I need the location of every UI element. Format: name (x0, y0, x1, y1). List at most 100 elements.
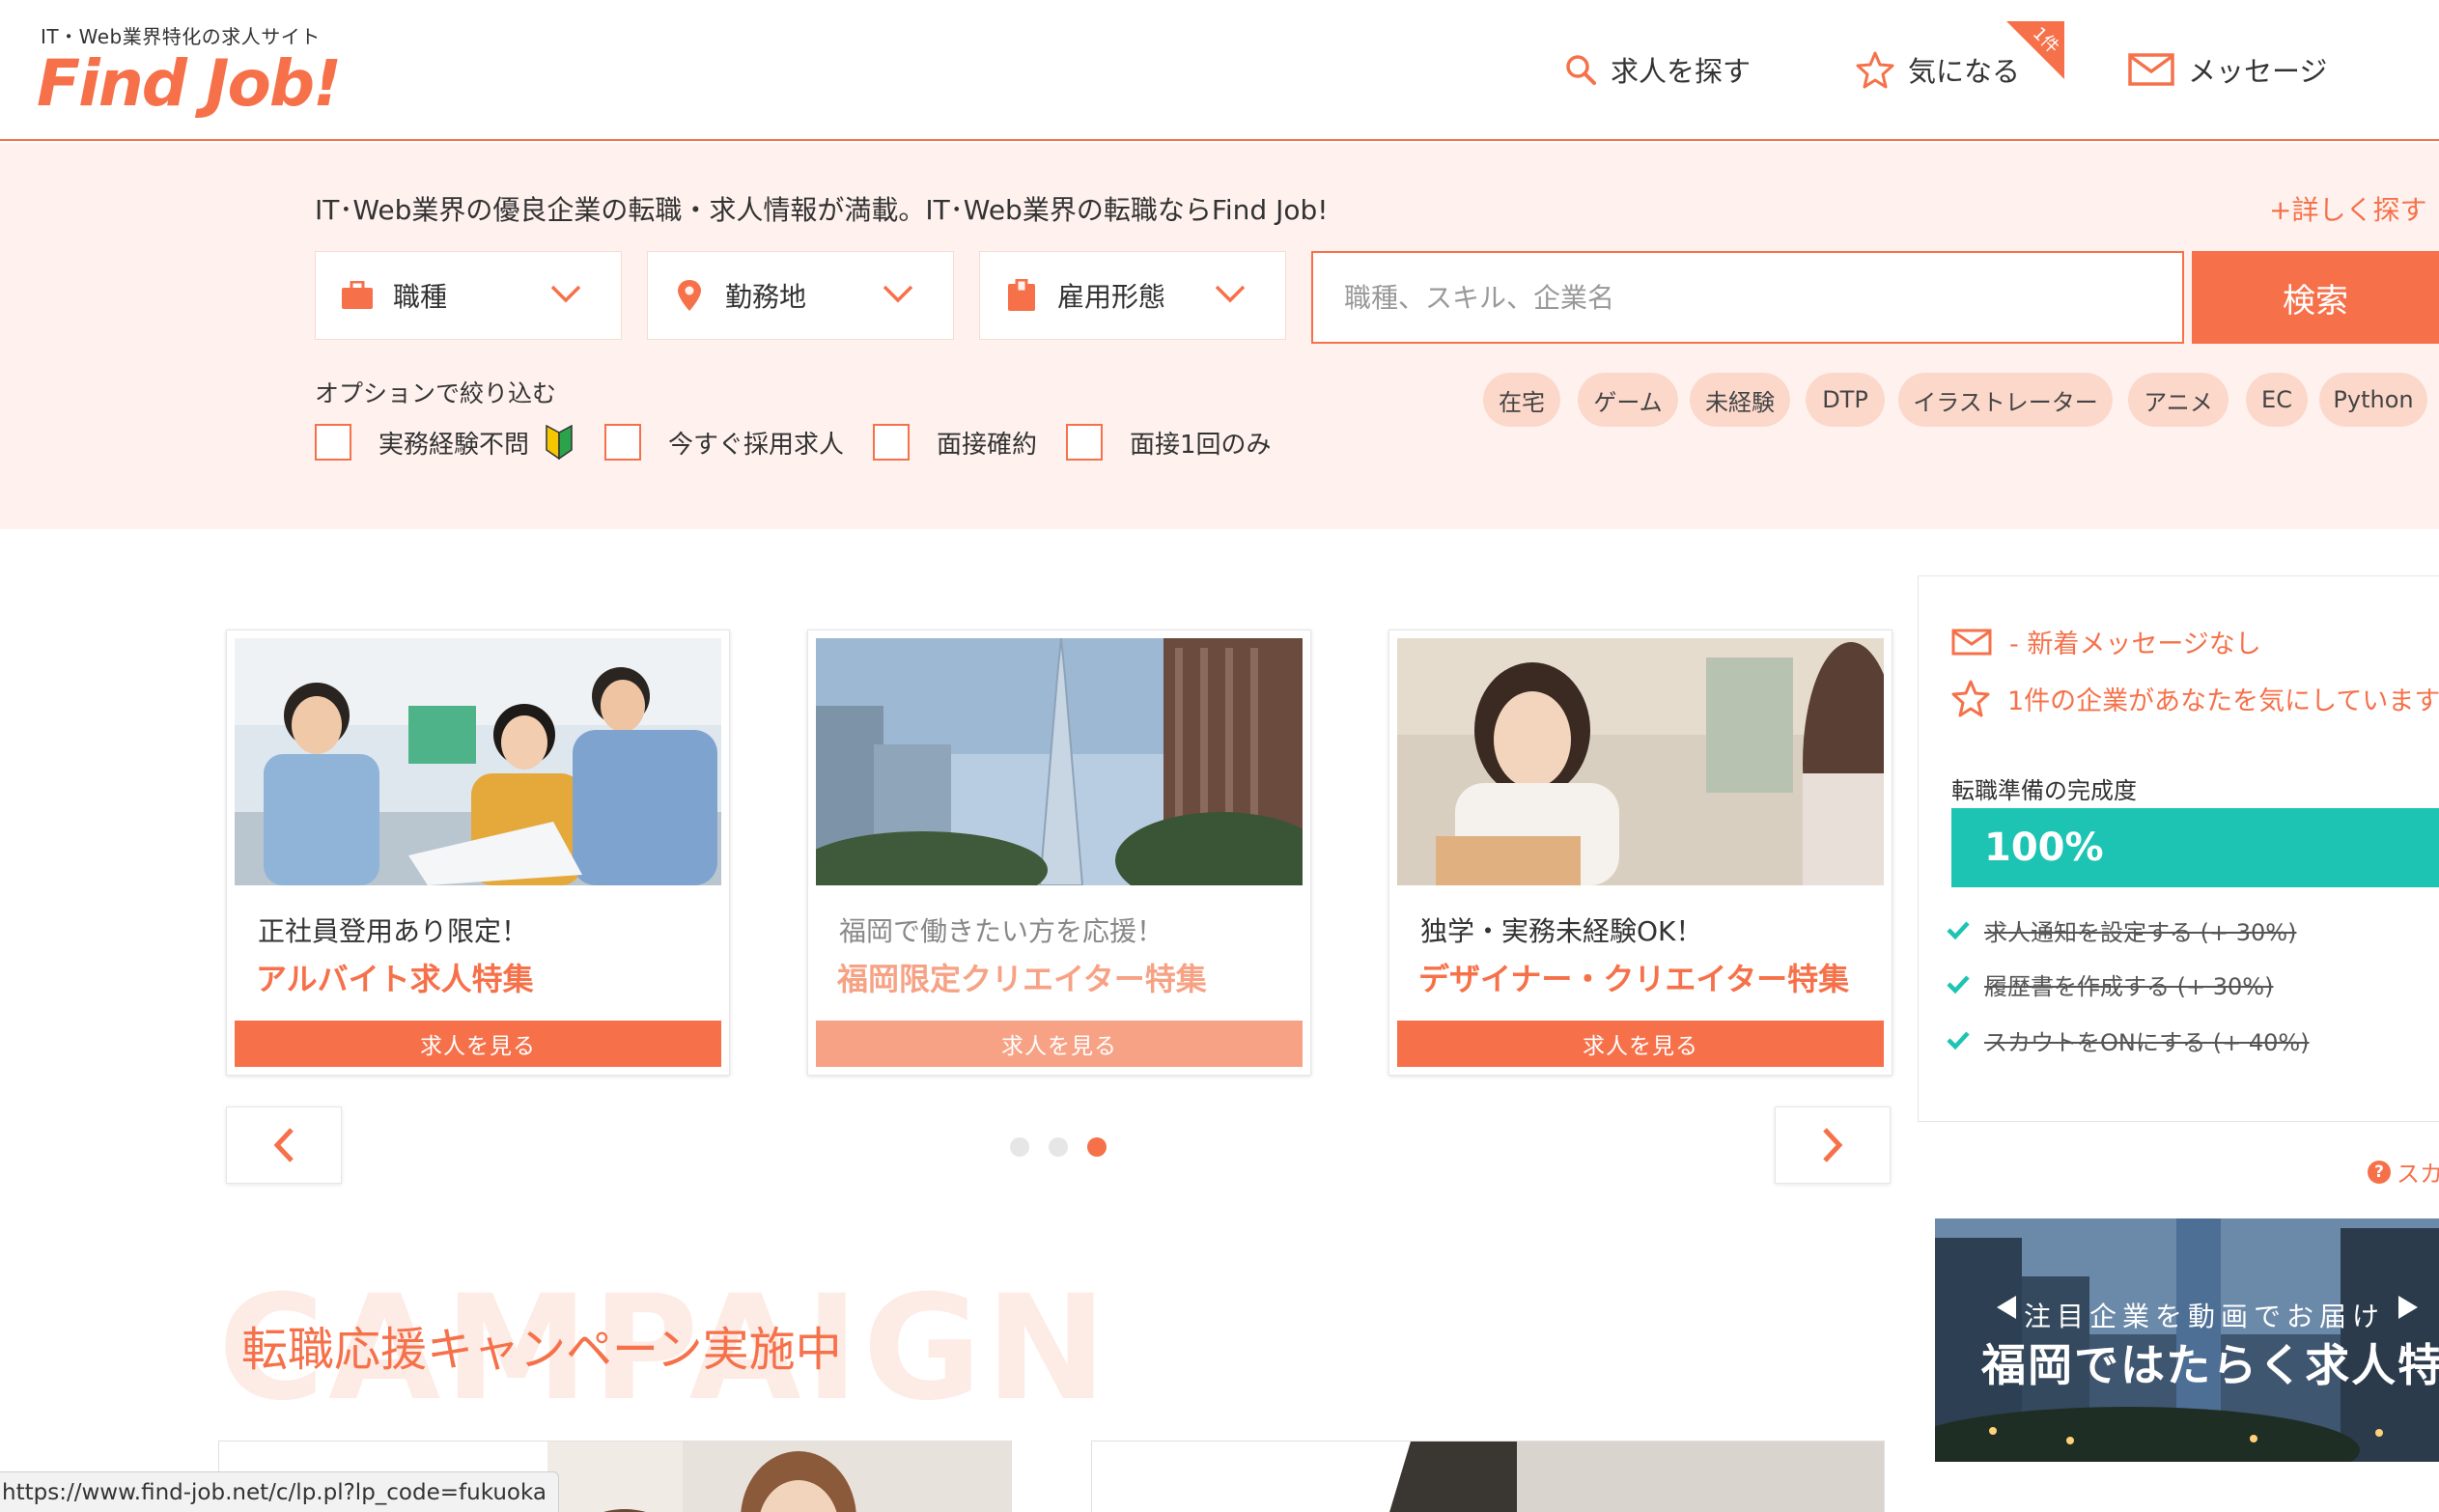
feature-card-parttime[interactable]: 正社員登用あり限定！ アルバイト求人特集 求人を見る (226, 630, 730, 1076)
chevron-down-icon (883, 285, 913, 303)
feature-photo-designer (1397, 638, 1884, 885)
favorited-status-label: 1件の企業があなたを気にしています (2007, 686, 2439, 716)
view-jobs-button[interactable]: 求人を見る (235, 1021, 721, 1067)
feature-card-title: デザイナー・クリエイター特集 (1418, 961, 1850, 997)
feature-card-subtitle: 正社員登用あり限定！ (258, 915, 529, 947)
beginner-mark-icon (546, 425, 573, 460)
prep-progress-bar: 100% (1951, 808, 2439, 887)
favorites-count-badge: 1件 (2006, 21, 2064, 79)
checkbox-box[interactable] (315, 424, 351, 461)
location-select[interactable]: 勤務地 (647, 251, 954, 340)
employment-type-select[interactable]: 雇用形態 (979, 251, 1286, 340)
employment-type-select-label: 雇用形態 (1057, 281, 1166, 313)
checkbox-label: 面接確約 (937, 430, 1038, 460)
check-icon (1947, 975, 1970, 994)
chevron-down-icon (550, 285, 581, 303)
scout-help-label: スカ (2397, 1161, 2439, 1188)
chevron-left-icon (273, 1128, 294, 1162)
carousel-next-button[interactable] (1775, 1106, 1891, 1184)
tag-illustrator[interactable]: イラストレーター (1898, 373, 2113, 427)
chevron-right-icon (1823, 1128, 1843, 1162)
fukuoka-video-banner[interactable]: 注目企業を動画でお届け 福岡ではたらく求人特 (1935, 1218, 2439, 1462)
checkbox-label: 面接1回のみ (1130, 430, 1272, 460)
id-badge-icon (1005, 279, 1038, 312)
star-icon (1951, 680, 1990, 717)
mail-icon (2128, 53, 2174, 86)
nav-favorites-label: 気になる (1908, 55, 2021, 88)
prep-progress-value: 100% (1984, 826, 2104, 870)
nav-favorites[interactable]: 気になる (1856, 44, 2020, 95)
carousel-prev-button[interactable] (226, 1106, 342, 1184)
feature-card-fukuoka[interactable]: 福岡で働きたい方を応援！ 福岡限定クリエイター特集 求人を見る (807, 630, 1311, 1076)
tag-anime[interactable]: アニメ (2128, 373, 2229, 427)
feature-card-subtitle: 独学・実務未経験OK！ (1420, 915, 1703, 947)
option-interview-guaranteed-checkbox[interactable]: 面接確約 (873, 423, 1037, 462)
task-label: 履歴書を作成する (+ 30%) (1984, 972, 2274, 1000)
checkbox-box[interactable] (604, 424, 641, 461)
tag-game[interactable]: ゲーム (1578, 373, 1678, 427)
tag-ec[interactable]: EC (2246, 373, 2308, 427)
carousel-dot-1[interactable] (1010, 1137, 1029, 1157)
favorited-by-companies-status[interactable]: 1件の企業があなたを気にしています (1951, 679, 2439, 717)
nav-search-jobs[interactable]: 求人を探す (1564, 44, 1751, 95)
option-single-interview-checkbox[interactable]: 面接1回のみ (1066, 423, 1272, 462)
options-label: オプションで絞り込む (315, 379, 557, 407)
chevron-down-icon (1215, 285, 1246, 303)
banner-subtitle: 注目企業を動画でお届け (2024, 1301, 2386, 1332)
location-select-label: 勤務地 (725, 281, 807, 313)
link-hover-status-url: https://www.find-job.net/c/lp.pl?lp_code… (0, 1471, 559, 1512)
new-message-status[interactable]: - 新着メッセージなし (1951, 623, 2261, 660)
user-status-panel: - 新着メッセージなし 1件の企業があなたを気にしています 転職準備の完成度 1… (1918, 575, 2439, 1122)
new-message-status-label: - 新着メッセージなし (2009, 630, 2261, 659)
nav-messages[interactable]: メッセージ (2128, 44, 2327, 95)
tag-inexperienced[interactable]: 未経験 (1690, 373, 1790, 427)
feature-photo-team (235, 638, 721, 885)
job-type-select-label: 職種 (393, 281, 448, 313)
feature-card-subtitle: 福岡で働きたい方を応援！ (839, 915, 1164, 947)
campaign-title: 転職応援キャンペーン実施中 (241, 1323, 842, 1377)
feature-card-designer[interactable]: 独学・実務未経験OK！ デザイナー・クリエイター特集 求人を見る (1388, 630, 1892, 1076)
banner-title: 福岡ではたらく求人特 (1981, 1339, 2439, 1391)
view-jobs-button[interactable]: 求人を見る (816, 1021, 1303, 1067)
nav-messages-label: メッセージ (2188, 55, 2328, 88)
detailed-search-link[interactable]: +詳しく探す (2269, 189, 2426, 228)
keyword-search-input[interactable] (1311, 251, 2184, 344)
search-icon (1566, 55, 1596, 85)
tag-remote[interactable]: 在宅 (1483, 373, 1560, 427)
task-label: 求人通知を設定する (+ 30%) (1984, 918, 2297, 946)
mail-icon (1951, 629, 1992, 655)
check-icon (1947, 921, 1970, 940)
option-urgent-hiring-checkbox[interactable]: 今すぐ採用求人 (604, 423, 844, 462)
check-icon (1947, 1031, 1970, 1050)
carousel-dot-3[interactable] (1087, 1137, 1107, 1157)
checkbox-label: 実務経験不問 (378, 430, 530, 460)
job-type-select[interactable]: 職種 (315, 251, 622, 340)
task-label: スカウトをONにする (+ 40%) (1984, 1028, 2310, 1056)
carousel-dot-2[interactable] (1049, 1137, 1068, 1157)
checkbox-box[interactable] (1066, 424, 1103, 461)
scout-help-link[interactable]: ? スカ (2368, 1155, 2439, 1189)
option-no-experience-checkbox[interactable]: 実務経験不問 (315, 423, 574, 462)
question-icon: ? (2368, 1160, 2391, 1184)
campaign-card[interactable] (1091, 1441, 1885, 1512)
tag-python[interactable]: Python (2319, 373, 2427, 427)
feature-card-title: 福岡限定クリエイター特集 (837, 961, 1207, 997)
feature-card-title: アルバイト求人特集 (256, 961, 534, 997)
checkbox-box[interactable] (873, 424, 910, 461)
tag-dtp[interactable]: DTP (1806, 373, 1885, 427)
map-pin-icon (673, 279, 706, 312)
site-logo[interactable]: Find Job! (37, 46, 342, 121)
prep-completion-label: 転職準備の完成度 (1951, 777, 2137, 804)
task-item[interactable]: スカウトをONにする (+ 40%) (1946, 1022, 2310, 1057)
site-header: IT・Web業界特化の求人サイト Find Job! 求人を探す 気になる 1件… (0, 0, 2439, 141)
search-lead-text: IT･Web業界の優良企業の転職・求人情報が満載。IT･Web業界の転職ならFi… (315, 194, 1329, 226)
view-jobs-button[interactable]: 求人を見る (1397, 1021, 1884, 1067)
star-icon (1856, 51, 1894, 89)
task-item[interactable]: 履歴書を作成する (+ 30%) (1946, 966, 2273, 1001)
checkbox-label: 今すぐ採用求人 (668, 430, 845, 460)
task-item[interactable]: 求人通知を設定する (+ 30%) (1946, 912, 2296, 947)
site-tagline: IT・Web業界特化の求人サイト (41, 25, 321, 48)
briefcase-icon (341, 279, 374, 312)
search-button[interactable]: 検索 (2192, 251, 2439, 344)
search-panel: IT･Web業界の優良企業の転職・求人情報が満載。IT･Web業界の転職ならFi… (0, 143, 2439, 529)
